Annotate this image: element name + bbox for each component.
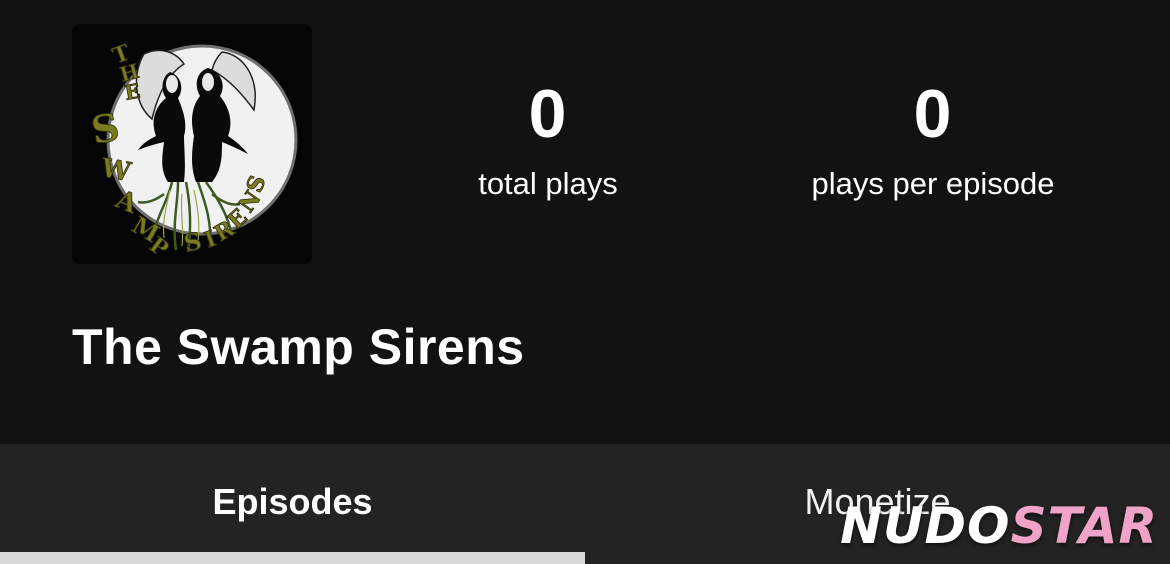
total-plays-stat: 0 total plays [388, 70, 708, 204]
svg-text:W: W [98, 153, 134, 188]
active-tab-indicator [0, 552, 585, 564]
tab-monetize[interactable]: Monetize [585, 444, 1170, 564]
show-title: The Swamp Sirens [72, 319, 525, 375]
plays-per-episode-stat: 0 plays per episode [773, 70, 1093, 204]
tab-monetize-label: Monetize [804, 481, 951, 522]
total-plays-label: total plays [478, 166, 618, 201]
plays-per-episode-value: 0 [913, 76, 953, 152]
tab-bar: Episodes Monetize [0, 444, 1170, 564]
tab-episodes[interactable]: Episodes [0, 444, 585, 564]
total-plays-value: 0 [528, 76, 568, 152]
swamp-sirens-artwork: T H E S W A M P S I R E N S [72, 24, 312, 264]
tab-episodes-label: Episodes [212, 481, 373, 522]
plays-per-episode-label: plays per episode [811, 166, 1055, 201]
show-cover-art: T H E S W A M P S I R E N S [72, 24, 312, 264]
podcast-overview-page: T H E S W A M P S I R E N S 0 total play… [0, 0, 1170, 564]
